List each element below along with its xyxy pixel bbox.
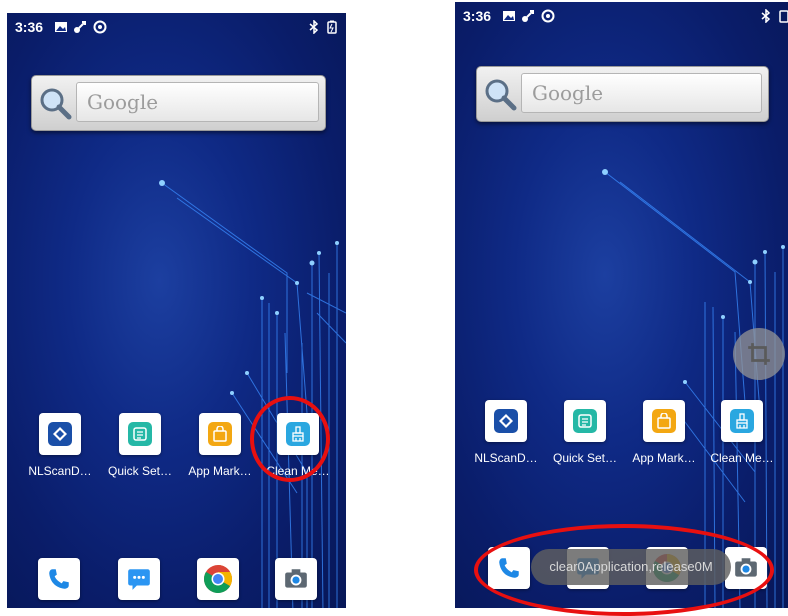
app-label: Quick Set… bbox=[552, 451, 618, 465]
app-clean-memory[interactable]: Clean Me… bbox=[705, 400, 779, 465]
usb-debug-icon bbox=[74, 21, 86, 33]
home-screen-right: 3:36 Google NLScanD… Quick Set… App Mark… bbox=[455, 2, 788, 608]
dock-messages[interactable] bbox=[118, 558, 160, 600]
nlscan-icon bbox=[48, 422, 72, 446]
clean-memory-icon bbox=[730, 409, 754, 433]
quick-settings-icon bbox=[573, 409, 597, 433]
dock-chrome[interactable] bbox=[197, 558, 239, 600]
home-screen-left: 3:36 Google NLScanD… Quick Set… App Mark… bbox=[7, 13, 346, 608]
app-market-icon bbox=[208, 422, 232, 446]
nlscan-icon bbox=[494, 409, 518, 433]
battery-icon bbox=[327, 20, 337, 34]
app-label: NLScanD… bbox=[474, 451, 538, 465]
search-input[interactable]: Google bbox=[76, 82, 319, 122]
sync-icon bbox=[93, 20, 107, 34]
quick-settings-icon bbox=[128, 422, 152, 446]
annotation-circle-clean-memory bbox=[250, 396, 330, 482]
app-quick-settings[interactable]: Quick Set… bbox=[103, 413, 177, 478]
chrome-icon bbox=[204, 565, 232, 593]
dock-phone[interactable] bbox=[38, 558, 80, 600]
app-label: App Mark… bbox=[188, 464, 252, 478]
status-time: 3:36 bbox=[463, 8, 492, 24]
search-input[interactable]: Google bbox=[521, 73, 762, 113]
app-label: Clean Me… bbox=[710, 451, 774, 465]
app-label: NLScanD… bbox=[28, 464, 92, 478]
app-market-icon bbox=[652, 409, 676, 433]
app-market[interactable]: App Mark… bbox=[183, 413, 257, 478]
annotation-ellipse-toast bbox=[474, 524, 774, 616]
search-icon bbox=[40, 88, 72, 120]
google-search-widget[interactable]: Google bbox=[476, 66, 769, 122]
sync-icon bbox=[541, 9, 555, 23]
status-bar: 3:36 bbox=[7, 13, 346, 41]
battery-icon bbox=[779, 10, 788, 23]
gallery-notification-icon bbox=[503, 11, 515, 21]
status-bar: 3:36 bbox=[455, 2, 788, 30]
google-search-widget[interactable]: Google bbox=[31, 75, 326, 131]
app-nlscan[interactable]: NLScanD… bbox=[469, 400, 543, 465]
app-market[interactable]: App Mark… bbox=[627, 400, 701, 465]
usb-debug-icon bbox=[522, 10, 534, 22]
app-label: Quick Set… bbox=[107, 464, 173, 478]
gallery-notification-icon bbox=[55, 22, 67, 32]
app-label: App Mark… bbox=[632, 451, 696, 465]
camera-icon bbox=[285, 569, 307, 588]
app-quick-settings[interactable]: Quick Set… bbox=[548, 400, 622, 465]
floating-crop-button[interactable] bbox=[733, 328, 785, 380]
bluetooth-icon bbox=[309, 20, 319, 34]
crop-icon bbox=[748, 343, 770, 365]
messages-icon bbox=[128, 569, 150, 590]
bluetooth-icon bbox=[761, 9, 771, 23]
phone-icon bbox=[49, 569, 69, 589]
status-time: 3:36 bbox=[15, 19, 44, 35]
app-nlscan[interactable]: NLScanD… bbox=[23, 413, 97, 478]
dock-camera[interactable] bbox=[275, 558, 317, 600]
search-icon bbox=[485, 79, 517, 111]
